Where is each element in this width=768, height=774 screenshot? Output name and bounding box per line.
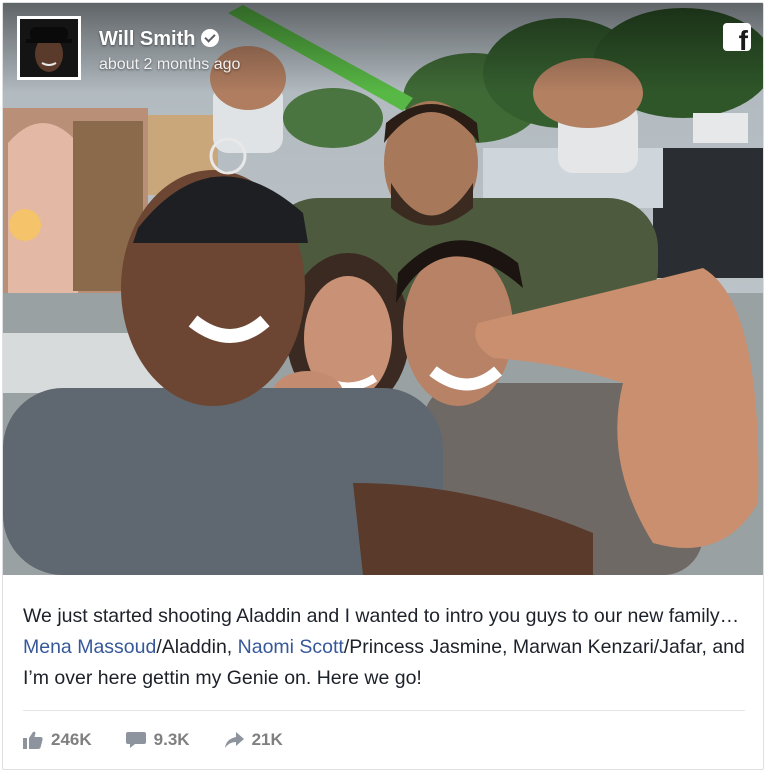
mention-mena-massoud[interactable]: Mena Massoud	[23, 636, 156, 658]
likes-count: 246K	[51, 730, 92, 749]
facebook-post-card: Will Smith about 2 months ago f We just …	[2, 2, 764, 770]
shares-count: 21K	[251, 730, 283, 749]
likes-stat[interactable]: 246K	[23, 730, 92, 750]
shares-stat[interactable]: 21K	[224, 730, 283, 750]
mention-naomi-scott[interactable]: Naomi Scott	[238, 636, 344, 658]
author-avatar[interactable]	[17, 16, 81, 80]
post-timestamp[interactable]: about 2 months ago	[99, 55, 240, 75]
author-name[interactable]: Will Smith	[99, 27, 220, 51]
comment-icon	[125, 732, 146, 748]
caption-part-2: /Aladdin,	[156, 636, 238, 658]
comments-stat[interactable]: 9.3K	[125, 730, 190, 750]
post-photo[interactable]: Will Smith about 2 months ago f	[3, 3, 763, 575]
share-arrow-icon	[224, 732, 244, 748]
verified-badge-icon	[201, 29, 220, 47]
stats-divider	[23, 710, 745, 711]
post-caption: We just started shooting Aladdin and I w…	[23, 601, 745, 694]
avatar-portrait	[20, 19, 78, 77]
thumbs-up-icon	[23, 731, 43, 749]
author-name-text[interactable]: Will Smith	[99, 28, 195, 50]
comments-count: 9.3K	[153, 730, 190, 749]
facebook-logo-icon[interactable]: f	[723, 23, 751, 51]
caption-part-1: We just started shooting Aladdin and I w…	[23, 605, 740, 627]
engagement-stats: 246K 9.3K 21K	[23, 725, 317, 755]
